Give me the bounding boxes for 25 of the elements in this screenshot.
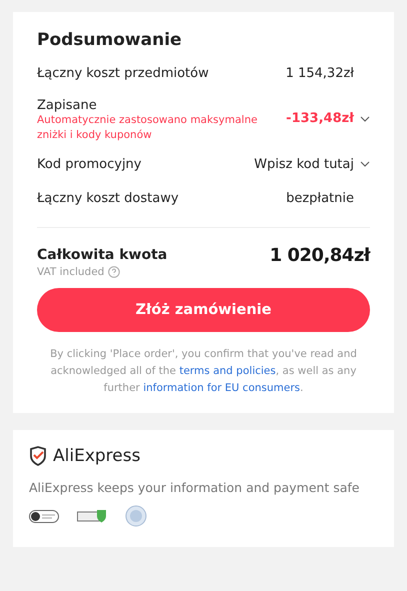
terms-link[interactable]: terms and policies <box>179 365 276 377</box>
chevron-down-icon[interactable] <box>360 161 370 167</box>
shield-badge-icon <box>77 509 107 523</box>
chevron-down-icon[interactable] <box>360 116 370 122</box>
round-seal-icon <box>125 505 147 527</box>
place-order-button[interactable]: Złóż zamówienie <box>37 288 370 332</box>
row-value: -133,48zł <box>286 111 354 126</box>
row-label: Zapisane <box>37 98 97 113</box>
row-value: bezpłatnie <box>286 190 354 206</box>
discount-note: Automatycznie zastosowano maksymalne zniżki i kody kuponów <box>37 113 258 143</box>
row-label: Kod promocyjny <box>37 156 142 172</box>
row-label: Łączny koszt dostawy <box>37 190 179 206</box>
vat-note: VAT included <box>37 266 104 278</box>
security-message: AliExpress keeps your information and payment safe <box>29 480 360 495</box>
summary-title: Podsumowanie <box>37 30 183 50</box>
legal-text: By clicking 'Place order', you confirm that you've read and acknowledged all of the terms and policies, as well as any further information for EU consumers. <box>49 347 358 396</box>
brand-name: AliExpress <box>53 446 140 466</box>
total-value: 1 020,84zł <box>270 244 370 266</box>
total-label: Całkowita kwota <box>37 247 168 263</box>
row-value: 1 154,32zł <box>286 66 354 80</box>
seal-icon <box>29 510 59 522</box>
promo-code-link[interactable]: Wpisz kod tutaj <box>254 156 354 172</box>
eu-info-link[interactable]: information for EU consumers <box>143 382 300 394</box>
shield-check-icon <box>29 446 47 466</box>
row-label: Łączny koszt przedmiotów <box>37 66 209 80</box>
